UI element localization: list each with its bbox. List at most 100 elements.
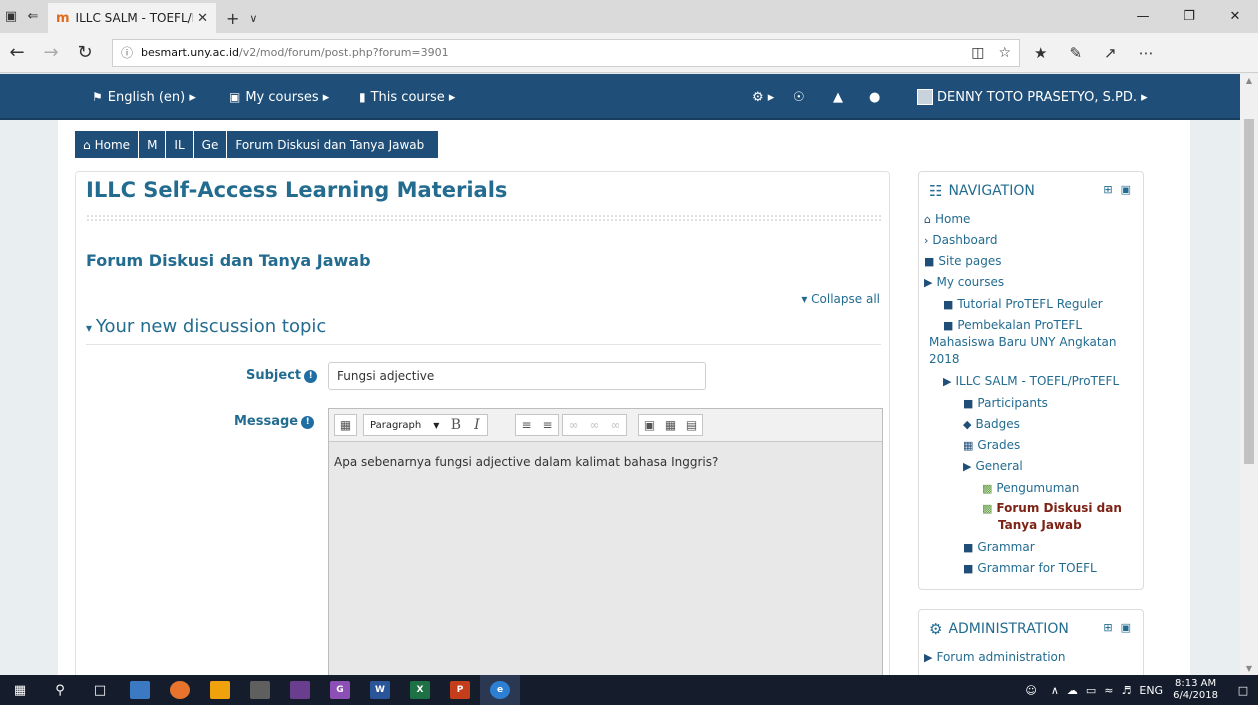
onedrive-cloud-icon[interactable]: ☁ bbox=[1067, 684, 1078, 697]
user-menu[interactable]: DENNY TOTO PRASETYO, S.PD. ▸ bbox=[917, 74, 1148, 120]
language-menu[interactable]: ⚑ English (en) ▸ bbox=[92, 74, 196, 120]
task-view-button[interactable]: □ bbox=[80, 675, 120, 705]
tab-preview-icon[interactable]: ▣ bbox=[0, 0, 22, 33]
help-icon[interactable]: ! bbox=[304, 370, 318, 383]
minimize-button[interactable]: — bbox=[1120, 0, 1166, 33]
nav-item-pembekalan[interactable]: ■ Pembekalan ProTEFL bbox=[943, 318, 1082, 333]
settings-gear-menu[interactable]: ⚙ ▸ bbox=[752, 74, 774, 120]
nav-item-home[interactable]: ⌂ Home bbox=[924, 212, 970, 227]
breadcrumb-item-ge[interactable]: Ge bbox=[194, 131, 228, 158]
nav-item-pembekalan-line3[interactable]: 2018 bbox=[929, 352, 960, 366]
breadcrumb-item-m[interactable]: M bbox=[139, 131, 167, 158]
scroll-down-icon[interactable]: ▼ bbox=[1240, 664, 1258, 673]
taskbar-app-vlc[interactable] bbox=[200, 675, 240, 705]
restore-button[interactable]: ❐ bbox=[1166, 0, 1212, 33]
url-field[interactable]: ⓘ besmart.uny.ac.id/v2/mod/forum/post.ph… bbox=[112, 38, 1020, 67]
nav-item-pengumuman[interactable]: ▩ Pengumuman bbox=[982, 481, 1079, 496]
taskbar-app-firefox[interactable] bbox=[160, 675, 200, 705]
image-icon[interactable]: ▣ bbox=[639, 415, 660, 435]
collapse-all-link[interactable]: ▾ Collapse all bbox=[801, 292, 880, 306]
nav-item-site-pages[interactable]: ■ Site pages bbox=[924, 254, 1001, 269]
close-tab-icon[interactable]: ✕ bbox=[197, 11, 208, 26]
fieldset-toggle[interactable]: ▾ Your new discussion topic bbox=[86, 316, 326, 337]
nav-item-pembekalan-line2[interactable]: Mahasiswa Baru UNY Angkatan bbox=[929, 335, 1117, 349]
nav-item-grammar-toefl[interactable]: ■ Grammar for TOEFL bbox=[963, 561, 1097, 576]
taskbar-app-excel[interactable]: X bbox=[400, 675, 440, 705]
expand-block-icon[interactable]: ⊞ bbox=[1103, 183, 1112, 196]
search-button[interactable]: ⚲ bbox=[40, 675, 80, 705]
messages-button[interactable]: ● bbox=[869, 74, 880, 120]
this-course-menu[interactable]: ▮ This course ▸ bbox=[359, 74, 455, 120]
breadcrumb-home[interactable]: ⌂ Home bbox=[75, 131, 140, 158]
breadcrumb-item-il[interactable]: IL bbox=[166, 131, 194, 158]
nav-item-grammar[interactable]: ■ Grammar bbox=[963, 540, 1035, 555]
tab-list-chevron-down-icon[interactable]: ∨ bbox=[249, 3, 257, 33]
taskbar-app-winrar[interactable] bbox=[280, 675, 320, 705]
battery-icon[interactable]: ▭ bbox=[1086, 684, 1096, 697]
admin-item-forum-administration[interactable]: ▶ Forum administration bbox=[924, 650, 1066, 665]
start-button[interactable]: ▦ bbox=[0, 675, 40, 705]
help-icon[interactable]: ! bbox=[301, 416, 315, 429]
action-center-icon[interactable]: □ bbox=[1228, 684, 1258, 697]
browser-tab[interactable]: m ILLC SALM - TOEFL/Pro ✕ bbox=[48, 3, 216, 33]
more-menu-icon[interactable]: ⋯ bbox=[1139, 44, 1154, 62]
manage-files-icon[interactable]: ▤ bbox=[681, 415, 702, 435]
nav-item-dashboard[interactable]: › Dashboard bbox=[924, 233, 998, 248]
wifi-icon[interactable]: ≈ bbox=[1104, 684, 1113, 697]
pen-notes-icon[interactable]: ✎ bbox=[1069, 44, 1082, 62]
show-hidden-icons-chevron-up-icon[interactable]: ∧ bbox=[1051, 684, 1059, 697]
link-icon[interactable]: ∞ bbox=[563, 415, 584, 435]
favorite-star-icon[interactable]: ☆ bbox=[998, 45, 1011, 61]
notifications-button[interactable]: ▲ bbox=[833, 74, 843, 120]
close-window-button[interactable]: ✕ bbox=[1212, 0, 1258, 33]
dock-block-icon[interactable]: ▣ bbox=[1121, 621, 1131, 634]
back-button[interactable]: ← bbox=[0, 33, 34, 73]
language-indicator[interactable]: ENG bbox=[1139, 684, 1163, 697]
taskbar-app-explorer[interactable] bbox=[120, 675, 160, 705]
page-scrollbar[interactable]: ▲ ▼ bbox=[1240, 74, 1258, 675]
unordered-list-icon[interactable]: ≡ bbox=[516, 415, 537, 435]
taskbar-app-google[interactable]: G bbox=[320, 675, 360, 705]
nav-item-forum-current-line2[interactable]: Tanya Jawab bbox=[998, 518, 1082, 532]
scroll-up-icon[interactable]: ▲ bbox=[1240, 76, 1258, 85]
taskbar-app-word[interactable]: W bbox=[360, 675, 400, 705]
new-tab-button[interactable]: + bbox=[216, 3, 249, 33]
media-icon[interactable]: ▦ bbox=[660, 415, 681, 435]
nav-item-general[interactable]: ▶ General bbox=[963, 459, 1023, 474]
forward-button[interactable]: → bbox=[34, 33, 68, 73]
share-icon[interactable]: ↗ bbox=[1104, 44, 1117, 62]
bold-icon[interactable]: B bbox=[445, 415, 466, 435]
reading-view-icon[interactable]: ◫ bbox=[971, 45, 984, 61]
site-info-icon[interactable]: ⓘ bbox=[121, 44, 133, 61]
taskbar-app-calibri[interactable] bbox=[240, 675, 280, 705]
breadcrumb-item-forum[interactable]: Forum Diskusi dan Tanya Jawab bbox=[227, 131, 438, 158]
nav-item-tutorial[interactable]: ■ Tutorial ProTEFL Reguler bbox=[943, 297, 1103, 312]
emoticon-link-icon[interactable]: ∞ bbox=[605, 415, 626, 435]
nav-item-grades[interactable]: ▦ Grades bbox=[963, 438, 1020, 453]
volume-icon[interactable]: ♬ bbox=[1122, 684, 1132, 697]
italic-icon[interactable]: I bbox=[466, 415, 487, 435]
paragraph-select[interactable]: Paragraph ▼ bbox=[364, 415, 445, 435]
clock[interactable]: 8:13 AM 6/4/2018 bbox=[1173, 678, 1218, 702]
nav-item-illc-salm[interactable]: ▶ ILLC SALM - TOEFL/ProTEFL bbox=[943, 374, 1119, 389]
unlink-icon[interactable]: ∞ bbox=[584, 415, 605, 435]
expand-block-icon[interactable]: ⊞ bbox=[1103, 621, 1112, 634]
message-editor[interactable]: ▦ Paragraph ▼ B I ≡ ≡ ∞ ∞ ∞ ▣ ▦ ▤ Apa se… bbox=[328, 408, 883, 675]
dock-block-icon[interactable]: ▣ bbox=[1121, 183, 1131, 196]
ordered-list-icon[interactable]: ≡ bbox=[537, 415, 558, 435]
tabs-aside-icon[interactable]: ⇐ bbox=[22, 0, 44, 33]
refresh-button[interactable]: ↻ bbox=[68, 33, 102, 73]
nav-item-badges[interactable]: ◆ Badges bbox=[963, 417, 1020, 432]
nav-item-forum-current[interactable]: ▩ Forum Diskusi dan bbox=[982, 501, 1122, 516]
scrollbar-thumb[interactable] bbox=[1244, 119, 1254, 464]
my-courses-menu[interactable]: ▣ My courses ▸ bbox=[229, 74, 329, 120]
show-more-buttons-icon[interactable]: ▦ bbox=[335, 415, 356, 435]
taskbar-app-powerpoint[interactable]: P bbox=[440, 675, 480, 705]
taskbar-app-edge[interactable]: e bbox=[480, 675, 520, 705]
subject-input[interactable]: Fungsi adjective bbox=[328, 362, 706, 390]
dock-toggle-button[interactable]: ☉ bbox=[793, 74, 805, 120]
nav-item-my-courses[interactable]: ▶ My courses bbox=[924, 275, 1004, 290]
favorites-hub-icon[interactable]: ★ bbox=[1034, 44, 1047, 62]
people-icon[interactable]: ☺ bbox=[1025, 684, 1036, 697]
nav-item-participants[interactable]: ■ Participants bbox=[963, 396, 1048, 411]
